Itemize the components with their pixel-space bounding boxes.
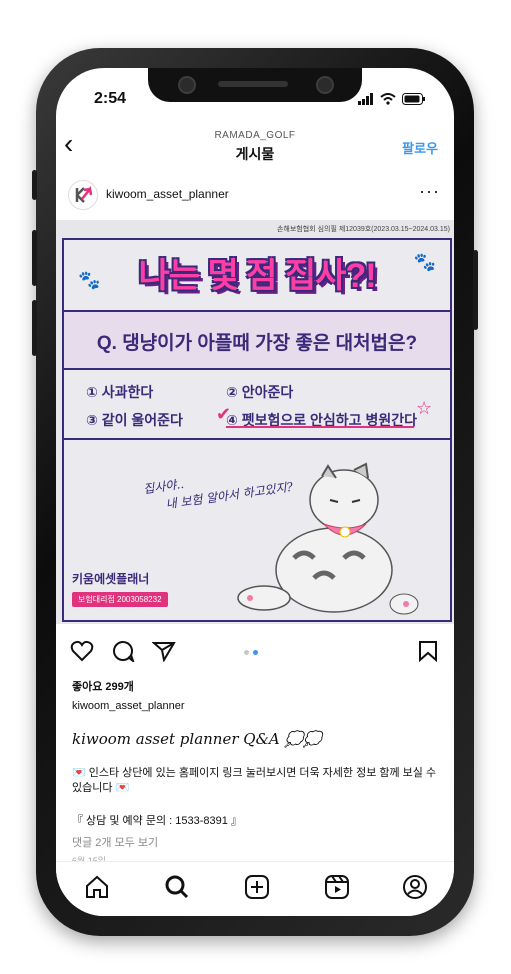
quiz-headline: 나는 몇 점 집사?! xyxy=(138,257,376,295)
follow-button[interactable]: 팔로우 xyxy=(402,138,438,157)
bottom-navigation xyxy=(56,861,454,916)
author-username[interactable]: kiwoom_asset_planner xyxy=(106,187,229,201)
post-image[interactable]: 손해보험협회 심의필 제12039호(2023.03.15~2024.03.15… xyxy=(56,220,454,624)
share-icon[interactable] xyxy=(152,640,176,662)
comment-icon[interactable] xyxy=(112,640,136,662)
heart-icon[interactable] xyxy=(70,640,94,662)
speaker-grille xyxy=(218,81,288,87)
status-bar: 2:54 xyxy=(56,90,454,110)
quiz-question: Q. 댕냥이가 아플때 가장 좋은 대처법은? xyxy=(64,310,450,370)
status-time: 2:54 xyxy=(94,90,127,107)
approval-notice: 손해보험협회 심의필 제12039호(2023.03.15~2024.03.15… xyxy=(276,226,450,233)
signal-icon xyxy=(358,93,373,105)
contact-info: 『 상담 및 예약 문의 : 1533-8391 』 xyxy=(72,815,242,827)
bookmark-icon[interactable] xyxy=(418,640,438,662)
wifi-icon xyxy=(380,93,396,105)
cat-illustration-area: 집사야.. 내 보험 알아서 하고있지? 키움에셋플래너 보험대리점 20030… xyxy=(64,440,450,620)
header-account: RAMADA_GOLF xyxy=(214,130,296,141)
volume-down-button xyxy=(32,300,37,356)
power-button xyxy=(473,250,478,330)
quiz-card: 🐾 🐾 나는 몇 점 집사?! Q. 댕냥이가 아플때 가장 좋은 대처법은? … xyxy=(62,238,452,622)
volume-up-button xyxy=(32,230,37,286)
brand-name: 키움에셋플래너 xyxy=(72,572,150,586)
search-icon[interactable] xyxy=(164,874,190,900)
avatar[interactable] xyxy=(68,180,98,210)
header-title: 게시물 xyxy=(235,146,275,162)
cat-illustration xyxy=(237,462,419,615)
answer-2: ② 안아준다 xyxy=(226,384,294,400)
caption-username[interactable]: kiwoom_asset_planner xyxy=(72,700,185,712)
carousel-indicator xyxy=(244,650,258,655)
post-header-bar: ‹ RAMADA_GOLF 게시물 팔로우 xyxy=(56,124,454,168)
answer-underline xyxy=(226,426,414,428)
phone-screen: 2:54 ‹ RAMADA_GOLF 게시물 팔로우 kiwoom_asset_… xyxy=(56,68,454,916)
license-badge: 보험대리점 2003058232 xyxy=(72,592,168,607)
question-text: Q. 댕냥이가 아플때 가장 좋은 대처법은? xyxy=(96,333,418,354)
post-actions-bar xyxy=(56,638,454,668)
answer-1: ① 사과한다 xyxy=(86,384,154,400)
more-options-icon[interactable]: ··· xyxy=(419,181,440,202)
caption-title: kiwoom asset planner Q&A 💭💭 xyxy=(72,730,322,748)
mute-switch xyxy=(32,170,37,200)
star-icon: ☆ xyxy=(416,398,433,418)
battery-icon xyxy=(402,93,425,105)
status-icons xyxy=(358,93,426,105)
new-post-icon[interactable] xyxy=(244,874,270,900)
checkmark-icon: ✔ xyxy=(216,404,232,424)
home-icon[interactable] xyxy=(84,874,110,900)
kiwoom-logo-icon xyxy=(75,186,93,203)
reels-icon[interactable] xyxy=(324,874,350,900)
post-author-row[interactable]: kiwoom_asset_planner ··· xyxy=(56,178,454,212)
answer-3: ③ 같이 울어준다 xyxy=(86,412,183,428)
like-count[interactable]: 좋아요 299개 xyxy=(72,678,134,694)
answer-list: ① 사과한다 ② 안아준다 ③ 같이 울어준다 ④ 펫보험으로 안심하고 병원간… xyxy=(64,368,450,440)
profile-icon[interactable] xyxy=(402,874,428,900)
view-comments-link[interactable]: 댓글 2개 모두 보기 xyxy=(72,834,158,850)
caption-body: 💌 인스타 상단에 있는 홈페이지 링크 눌러보시면 더욱 자세한 정보 함께 … xyxy=(72,767,437,794)
